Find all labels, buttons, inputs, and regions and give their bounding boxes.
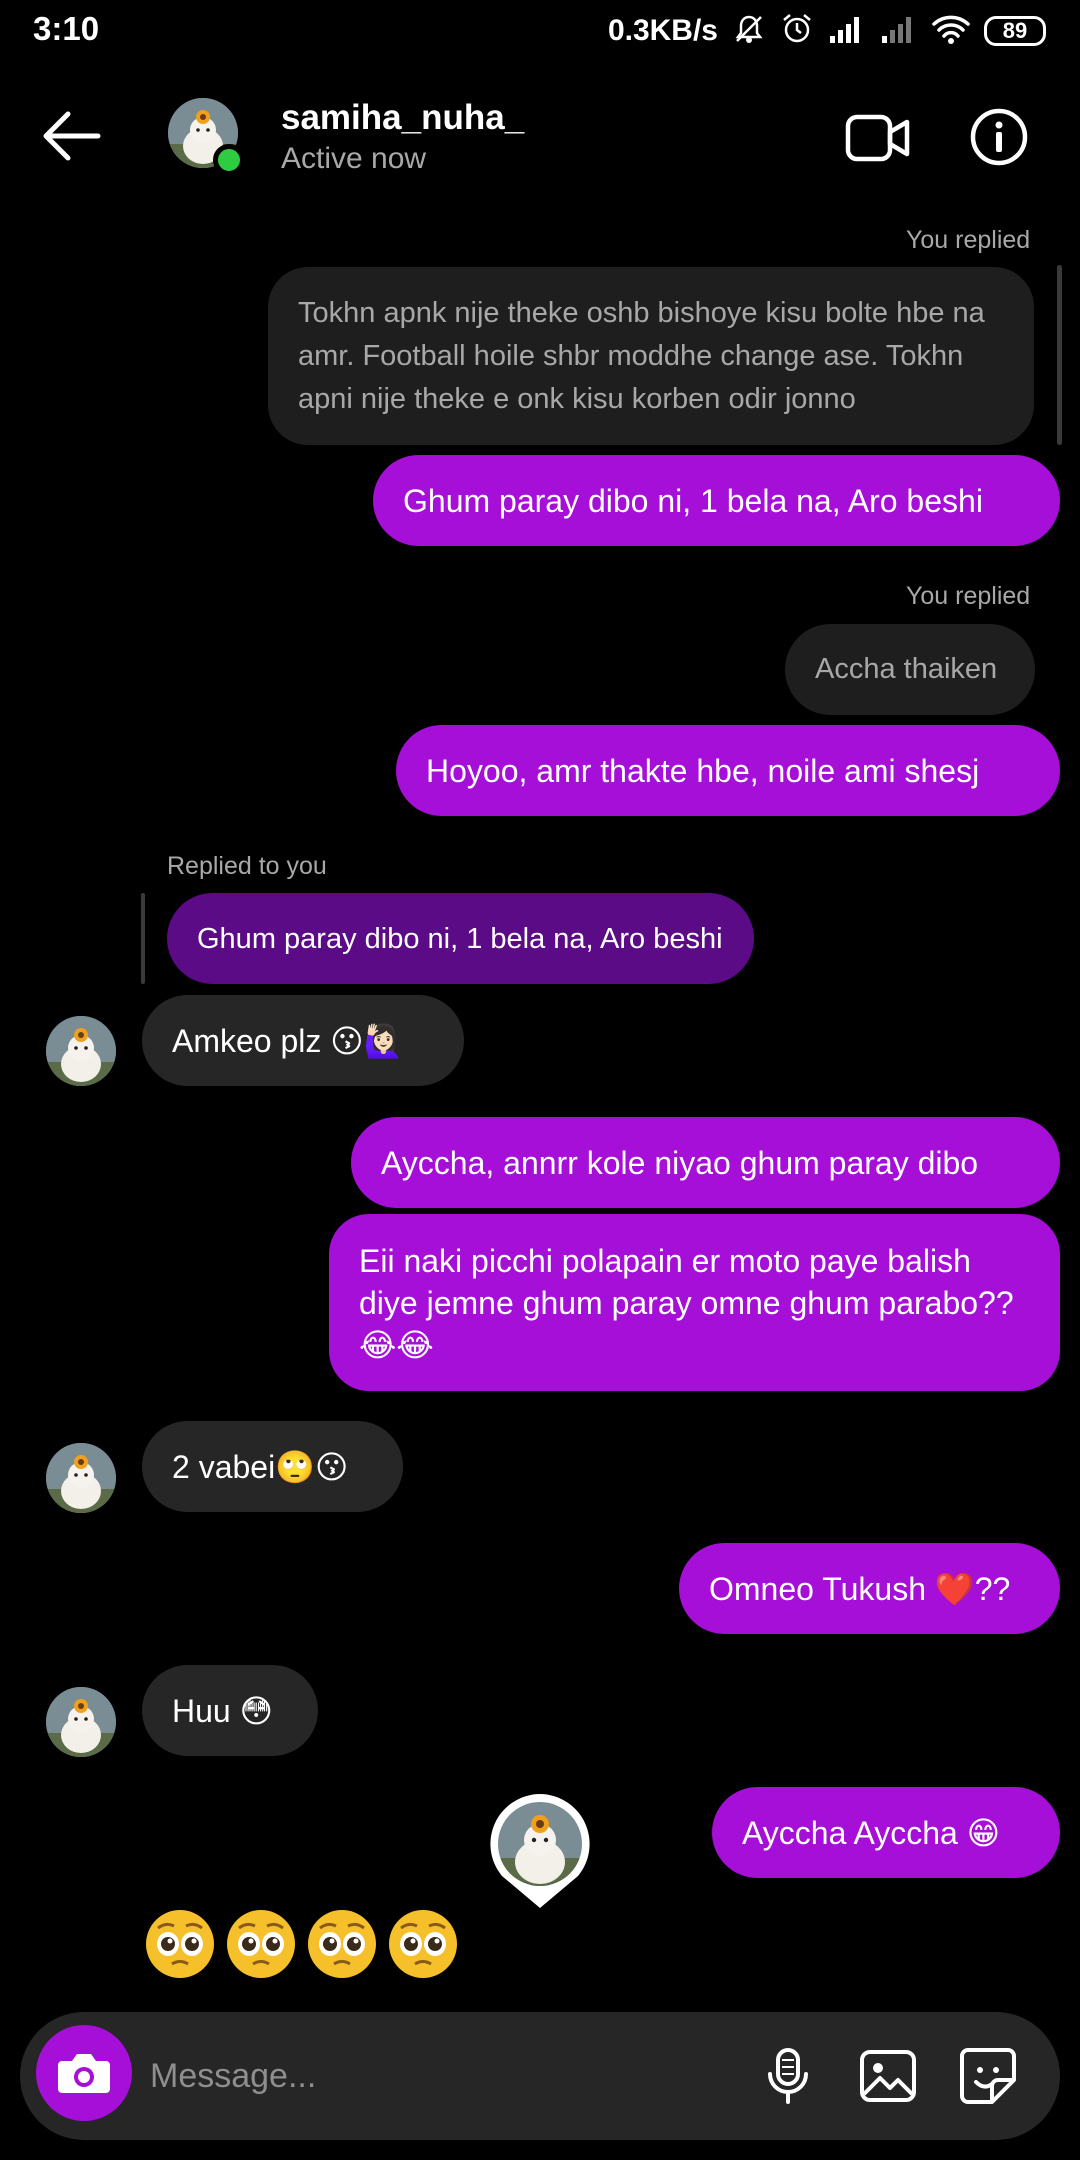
sent-message[interactable]: Omneo Tukush ❤️??	[679, 1543, 1060, 1634]
microphone-icon[interactable]	[756, 2044, 820, 2108]
sent-message[interactable]: Hoyoo, amr thakte hbe, noile ami shesj	[396, 725, 1060, 816]
pleading-face-icon	[308, 1910, 376, 1978]
gallery-icon[interactable]	[856, 2044, 920, 2108]
pleading-face-icon	[389, 1910, 457, 1978]
reply-quote[interactable]: Ghum paray dibo ni, 1 bela na, Aro beshi	[167, 893, 754, 984]
online-status-dot	[213, 144, 245, 176]
status-icons: 0.3KB/s 89	[608, 12, 1046, 50]
received-message[interactable]: Huu 😳	[142, 1665, 318, 1756]
chat-header: samiha_nuha_ Active now	[0, 62, 1080, 212]
you-replied-label: You replied	[906, 226, 1031, 254]
avatar[interactable]	[46, 1016, 116, 1086]
sent-message[interactable]: Ayccha, annrr kole niyao ghum paray dibo	[351, 1117, 1060, 1208]
camera-icon[interactable]	[36, 2025, 132, 2121]
quoted-message[interactable]: Accha thaiken	[785, 624, 1035, 715]
received-emoji-message[interactable]	[142, 1906, 461, 1982]
info-icon[interactable]	[970, 108, 1028, 166]
status-time: 3:10	[33, 10, 100, 47]
battery-icon: 89	[984, 16, 1046, 46]
received-message[interactable]: 2 vabei🙄😗	[142, 1421, 403, 1512]
reply-indicator-bar	[141, 893, 145, 984]
pleading-face-icon	[146, 1910, 214, 1978]
seen-avatar-bubble	[486, 1790, 594, 1912]
avatar[interactable]	[46, 1443, 116, 1513]
sent-message[interactable]: Eii naki picchi polapain er moto paye ba…	[329, 1214, 1060, 1391]
mute-icon	[732, 12, 766, 51]
wifi-icon	[932, 14, 970, 49]
sticker-icon[interactable]	[956, 2044, 1020, 2108]
you-replied-label: You replied	[906, 582, 1031, 610]
video-call-icon[interactable]	[845, 112, 911, 164]
scrollbar[interactable]	[1057, 265, 1062, 445]
message-composer	[20, 2012, 1060, 2140]
status-bar: 3:10 0.3KB/s 89	[0, 0, 1080, 62]
pleading-face-icon	[227, 1910, 295, 1978]
back-arrow-icon[interactable]	[40, 108, 104, 164]
avatar[interactable]	[46, 1687, 116, 1757]
signal-icon	[828, 14, 866, 49]
sent-message[interactable]: Ghum paray dibo ni, 1 bela na, Aro beshi	[373, 455, 1060, 546]
signal-weak-icon	[880, 14, 918, 49]
battery-level: 89	[1002, 18, 1028, 43]
replied-to-you-label: Replied to you	[167, 852, 327, 880]
sent-message[interactable]: Ayccha Ayccha 😁	[712, 1787, 1060, 1878]
alarm-icon	[780, 12, 814, 51]
contact-username[interactable]: samiha_nuha_	[281, 98, 524, 138]
network-speed: 0.3KB/s	[607, 14, 718, 47]
received-message[interactable]: Amkeo plz 😗🙋🏻‍♀️	[142, 995, 464, 1086]
quoted-message[interactable]: Tokhn apnk nije theke oshb bishoye kisu …	[268, 267, 1034, 445]
active-status: Active now	[281, 142, 427, 175]
message-input[interactable]	[150, 2046, 710, 2106]
